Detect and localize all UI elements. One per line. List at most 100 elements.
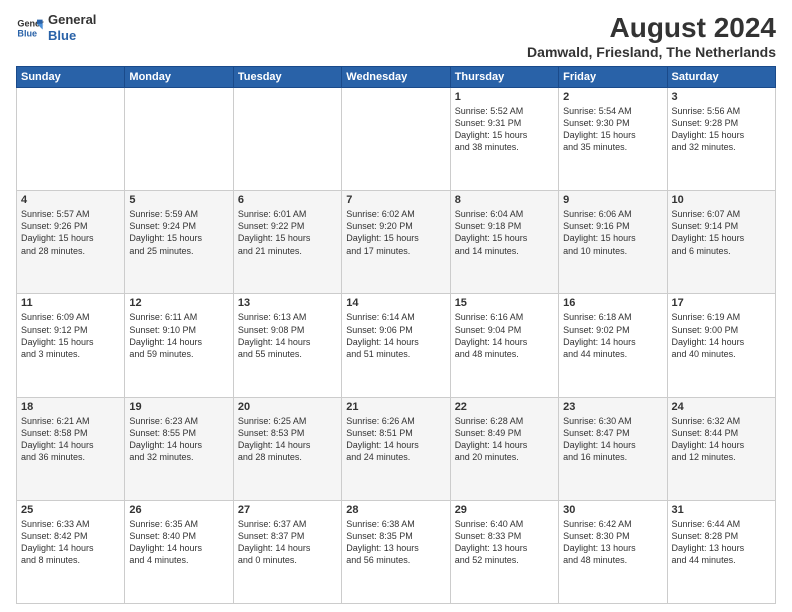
calendar-header: SundayMondayTuesdayWednesdayThursdayFrid…	[17, 67, 776, 88]
day-cell: 6Sunrise: 6:01 AM Sunset: 9:22 PM Daylig…	[233, 191, 341, 294]
day-number: 25	[21, 504, 120, 516]
day-cell: 13 Sunrise: 6:13 AM Sunset: 9:08 PM Dayli…	[233, 294, 341, 397]
day-number: 16	[563, 297, 662, 309]
day-info: Sunrise: 6:23 AM Sunset: 8:55 PM Dayligh…	[129, 415, 228, 464]
day-info: Sunrise: 6:32 AM Sunset: 8:44 PM Dayligh…	[672, 415, 771, 464]
week-row-4: 25 Sunrise: 6:33 AM Sunset: 8:42 PM Dayli…	[17, 500, 776, 603]
page: General Blue General Blue August 2024 Da…	[0, 0, 792, 612]
day-info: Sunrise: 6:14 AM Sunset: 9:06 PM Dayligh…	[346, 311, 445, 360]
day-info: Sunrise: 6:44 AM Sunset: 8:28 PM Dayligh…	[672, 518, 771, 567]
day-cell: 12 Sunrise: 6:11 AM Sunset: 9:10 PM Dayli…	[125, 294, 233, 397]
logo-icon: General Blue	[16, 14, 44, 42]
day-cell: 4 Sunrise: 5:57 AM Sunset: 9:26 PM Daylig…	[17, 191, 125, 294]
day-cell: 24 Sunrise: 6:32 AM Sunset: 8:44 PM Dayli…	[667, 397, 775, 500]
day-cell: 15 Sunrise: 6:16 AM Sunset: 9:04 PM Dayli…	[450, 294, 558, 397]
calendar-body: 1 Sunrise: 5:52 AM Sunset: 9:31 PM Daylig…	[17, 88, 776, 604]
day-info: Sunrise: 6:37 AM Sunset: 8:37 PM Dayligh…	[238, 518, 337, 567]
day-number: 22	[455, 401, 554, 413]
day-info: Sunrise: 6:02 AM Sunset: 9:20 PM Dayligh…	[346, 208, 445, 257]
day-info: Sunrise: 5:52 AM Sunset: 9:31 PM Dayligh…	[455, 105, 554, 154]
day-cell: 23 Sunrise: 6:30 AM Sunset: 8:47 PM Dayli…	[559, 397, 667, 500]
day-number: 12	[129, 297, 228, 309]
day-cell: 26 Sunrise: 6:35 AM Sunset: 8:40 PM Dayli…	[125, 500, 233, 603]
day-cell	[233, 88, 341, 191]
day-number: 24	[672, 401, 771, 413]
header-row: SundayMondayTuesdayWednesdayThursdayFrid…	[17, 67, 776, 88]
day-info: Sunrise: 6:26 AM Sunset: 8:51 PM Dayligh…	[346, 415, 445, 464]
day-info: Sunrise: 6:33 AM Sunset: 8:42 PM Dayligh…	[21, 518, 120, 567]
day-number: 31	[672, 504, 771, 516]
day-cell: 18Sunrise: 6:21 AM Sunset: 8:58 PM Dayli…	[17, 397, 125, 500]
day-number: 7	[346, 194, 445, 206]
day-cell	[17, 88, 125, 191]
day-cell: 27 Sunrise: 6:37 AM Sunset: 8:37 PM Dayli…	[233, 500, 341, 603]
day-info: Sunrise: 6:13 AM Sunset: 9:08 PM Dayligh…	[238, 311, 337, 360]
day-info: Sunrise: 6:11 AM Sunset: 9:10 PM Dayligh…	[129, 311, 228, 360]
day-cell: 1 Sunrise: 5:52 AM Sunset: 9:31 PM Daylig…	[450, 88, 558, 191]
day-number: 18	[21, 401, 120, 413]
day-cell: 17Sunrise: 6:19 AM Sunset: 9:00 PM Dayli…	[667, 294, 775, 397]
header-cell-sunday: Sunday	[17, 67, 125, 88]
header-cell-friday: Friday	[559, 67, 667, 88]
subtitle: Damwald, Friesland, The Netherlands	[527, 44, 776, 60]
day-number: 30	[563, 504, 662, 516]
day-number: 19	[129, 401, 228, 413]
day-cell: 8Sunrise: 6:04 AM Sunset: 9:18 PM Daylig…	[450, 191, 558, 294]
day-info: Sunrise: 6:35 AM Sunset: 8:40 PM Dayligh…	[129, 518, 228, 567]
day-info: Sunrise: 6:16 AM Sunset: 9:04 PM Dayligh…	[455, 311, 554, 360]
day-cell: 30 Sunrise: 6:42 AM Sunset: 8:30 PM Dayli…	[559, 500, 667, 603]
day-info: Sunrise: 6:30 AM Sunset: 8:47 PM Dayligh…	[563, 415, 662, 464]
day-number: 27	[238, 504, 337, 516]
day-number: 1	[455, 91, 554, 103]
day-cell	[342, 88, 450, 191]
logo-line2: Blue	[48, 28, 96, 44]
day-info: Sunrise: 6:38 AM Sunset: 8:35 PM Dayligh…	[346, 518, 445, 567]
day-cell: 5Sunrise: 5:59 AM Sunset: 9:24 PM Daylig…	[125, 191, 233, 294]
day-cell: 3 Sunrise: 5:56 AM Sunset: 9:28 PM Daylig…	[667, 88, 775, 191]
title-block: August 2024 Damwald, Friesland, The Neth…	[527, 12, 776, 60]
day-number: 28	[346, 504, 445, 516]
day-number: 11	[21, 297, 120, 309]
header-cell-monday: Monday	[125, 67, 233, 88]
day-info: Sunrise: 6:28 AM Sunset: 8:49 PM Dayligh…	[455, 415, 554, 464]
day-cell: 16 Sunrise: 6:18 AM Sunset: 9:02 PM Dayli…	[559, 294, 667, 397]
day-cell: 19 Sunrise: 6:23 AM Sunset: 8:55 PM Dayli…	[125, 397, 233, 500]
day-number: 13	[238, 297, 337, 309]
day-cell: 7 Sunrise: 6:02 AM Sunset: 9:20 PM Daylig…	[342, 191, 450, 294]
day-info: Sunrise: 5:57 AM Sunset: 9:26 PM Dayligh…	[21, 208, 120, 257]
day-cell: 14 Sunrise: 6:14 AM Sunset: 9:06 PM Dayli…	[342, 294, 450, 397]
day-number: 20	[238, 401, 337, 413]
week-row-2: 11Sunrise: 6:09 AM Sunset: 9:12 PM Dayli…	[17, 294, 776, 397]
header-cell-wednesday: Wednesday	[342, 67, 450, 88]
logo-line1: General	[48, 12, 96, 28]
day-info: Sunrise: 6:42 AM Sunset: 8:30 PM Dayligh…	[563, 518, 662, 567]
day-number: 14	[346, 297, 445, 309]
day-number: 29	[455, 504, 554, 516]
day-info: Sunrise: 6:18 AM Sunset: 9:02 PM Dayligh…	[563, 311, 662, 360]
calendar-table: SundayMondayTuesdayWednesdayThursdayFrid…	[16, 66, 776, 604]
day-number: 4	[21, 194, 120, 206]
day-number: 15	[455, 297, 554, 309]
main-title: August 2024	[527, 12, 776, 44]
day-cell: 11Sunrise: 6:09 AM Sunset: 9:12 PM Dayli…	[17, 294, 125, 397]
day-cell: 22 Sunrise: 6:28 AM Sunset: 8:49 PM Dayli…	[450, 397, 558, 500]
day-info: Sunrise: 6:40 AM Sunset: 8:33 PM Dayligh…	[455, 518, 554, 567]
day-info: Sunrise: 6:07 AM Sunset: 9:14 PM Dayligh…	[672, 208, 771, 257]
day-number: 26	[129, 504, 228, 516]
day-info: Sunrise: 6:01 AM Sunset: 9:22 PM Dayligh…	[238, 208, 337, 257]
day-number: 9	[563, 194, 662, 206]
logo: General Blue General Blue	[16, 12, 96, 43]
week-row-0: 1 Sunrise: 5:52 AM Sunset: 9:31 PM Daylig…	[17, 88, 776, 191]
day-number: 3	[672, 91, 771, 103]
day-cell: 28 Sunrise: 6:38 AM Sunset: 8:35 PM Dayli…	[342, 500, 450, 603]
day-number: 8	[455, 194, 554, 206]
day-cell: 10Sunrise: 6:07 AM Sunset: 9:14 PM Dayli…	[667, 191, 775, 294]
day-cell	[125, 88, 233, 191]
day-info: Sunrise: 5:56 AM Sunset: 9:28 PM Dayligh…	[672, 105, 771, 154]
svg-text:Blue: Blue	[17, 28, 37, 38]
day-cell: 21Sunrise: 6:26 AM Sunset: 8:51 PM Dayli…	[342, 397, 450, 500]
day-info: Sunrise: 6:06 AM Sunset: 9:16 PM Dayligh…	[563, 208, 662, 257]
day-cell: 25 Sunrise: 6:33 AM Sunset: 8:42 PM Dayli…	[17, 500, 125, 603]
header-cell-tuesday: Tuesday	[233, 67, 341, 88]
day-number: 23	[563, 401, 662, 413]
